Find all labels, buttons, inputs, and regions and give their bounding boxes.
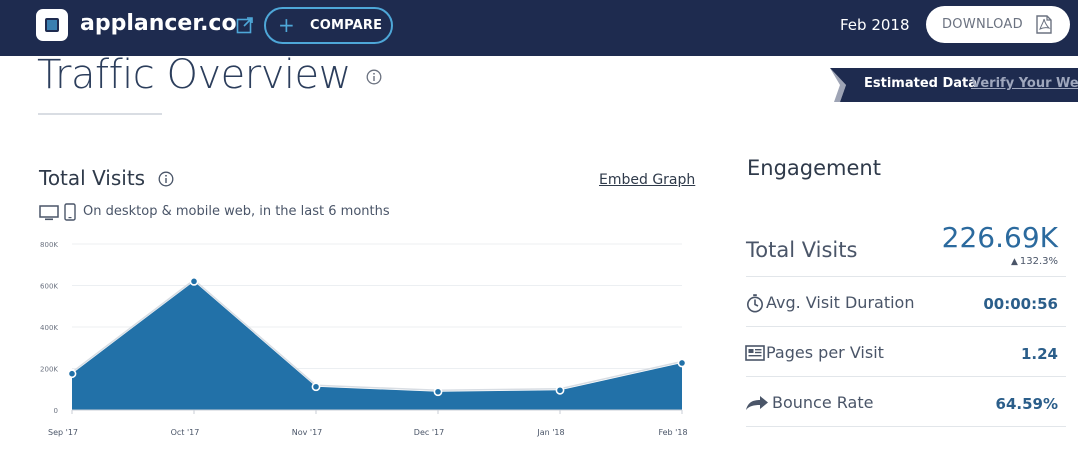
site-name: applancer.co	[80, 11, 237, 36]
y-tick-label: 0	[54, 407, 58, 415]
avg-visit-duration-label: Avg. Visit Duration	[766, 293, 915, 312]
y-tick-label: 600K	[40, 283, 58, 291]
data-point	[67, 369, 77, 379]
compare-label: COMPARE	[310, 18, 383, 33]
y-tick-label: 800K	[40, 241, 58, 249]
pages-per-visit-label: Pages per Visit	[766, 343, 884, 362]
y-tick-label: 400K	[40, 324, 58, 332]
x-tick-label: Jan '18	[536, 428, 564, 437]
x-tick-label: Oct '17	[171, 428, 200, 437]
date-selector[interactable]: Feb 2018	[840, 15, 910, 35]
data-point	[433, 387, 443, 397]
total-visits-change-value: 132.3%	[1019, 256, 1058, 267]
top-bar: applancer.co + COMPARE Feb 2018 DOWNLOAD	[0, 0, 1078, 56]
bounce-rate-value: 64.59%	[995, 395, 1058, 413]
x-tick-label: Nov '17	[292, 428, 323, 437]
download-button[interactable]: DOWNLOAD	[926, 6, 1070, 43]
device-note-text: On desktop & mobile web, in the last 6 m…	[83, 204, 390, 219]
stopwatch-icon	[747, 294, 763, 313]
x-tick-label: Feb '18	[658, 428, 687, 437]
pdf-icon	[1036, 15, 1052, 34]
total-visits-change: ▲ 132.3%	[960, 256, 1058, 267]
compare-button[interactable]: + COMPARE	[264, 7, 393, 44]
bounce-arrow-icon	[746, 396, 768, 410]
total-visits-chart: 0 200K 400K 600K 800K Sep '17 Oct '17 Nov '17 De…	[40, 241, 688, 437]
total-visits-title: Total Visits	[39, 166, 146, 190]
series-area	[72, 281, 682, 410]
y-tick-label: 200K	[40, 366, 58, 374]
data-point	[555, 385, 565, 395]
chevron-up-icon: ▲	[1010, 257, 1018, 267]
divider	[746, 426, 1066, 427]
divider	[746, 276, 1066, 277]
info-icon[interactable]	[158, 171, 174, 187]
divider	[746, 326, 1066, 327]
bounce-rate-label: Bounce Rate	[772, 393, 874, 412]
x-tick-label: Sep '17	[48, 428, 78, 437]
verify-website-link[interactable]: Verify Your Webs	[971, 76, 1078, 91]
title-underline	[38, 113, 162, 115]
desktop-icon	[39, 205, 59, 221]
estimated-data-label: Estimated Data	[864, 76, 978, 91]
page-title: Traffic Overview	[37, 52, 351, 98]
info-icon[interactable]	[366, 69, 382, 85]
engagement-total-visits-value: 226.69K	[941, 221, 1058, 254]
engagement-total-visits-label: Total Visits	[746, 238, 858, 262]
data-point	[189, 276, 199, 286]
engagement-title: Engagement	[747, 156, 881, 180]
data-point	[311, 382, 321, 392]
download-label: DOWNLOAD	[942, 17, 1023, 32]
data-point	[677, 358, 687, 368]
avg-visit-duration-value: 00:00:56	[983, 295, 1058, 313]
mobile-icon	[64, 203, 76, 221]
site-favicon-icon	[36, 9, 68, 41]
x-tick-label: Dec '17	[414, 428, 444, 437]
external-link-icon[interactable]	[236, 16, 254, 34]
embed-graph-link[interactable]: Embed Graph	[599, 172, 695, 188]
divider	[746, 376, 1066, 377]
pages-per-visit-value: 1.24	[1020, 345, 1058, 363]
pages-icon	[745, 345, 765, 361]
plus-icon: +	[278, 13, 295, 37]
estimated-data-banner: Estimated Data Verify Your Webs	[830, 68, 1078, 102]
